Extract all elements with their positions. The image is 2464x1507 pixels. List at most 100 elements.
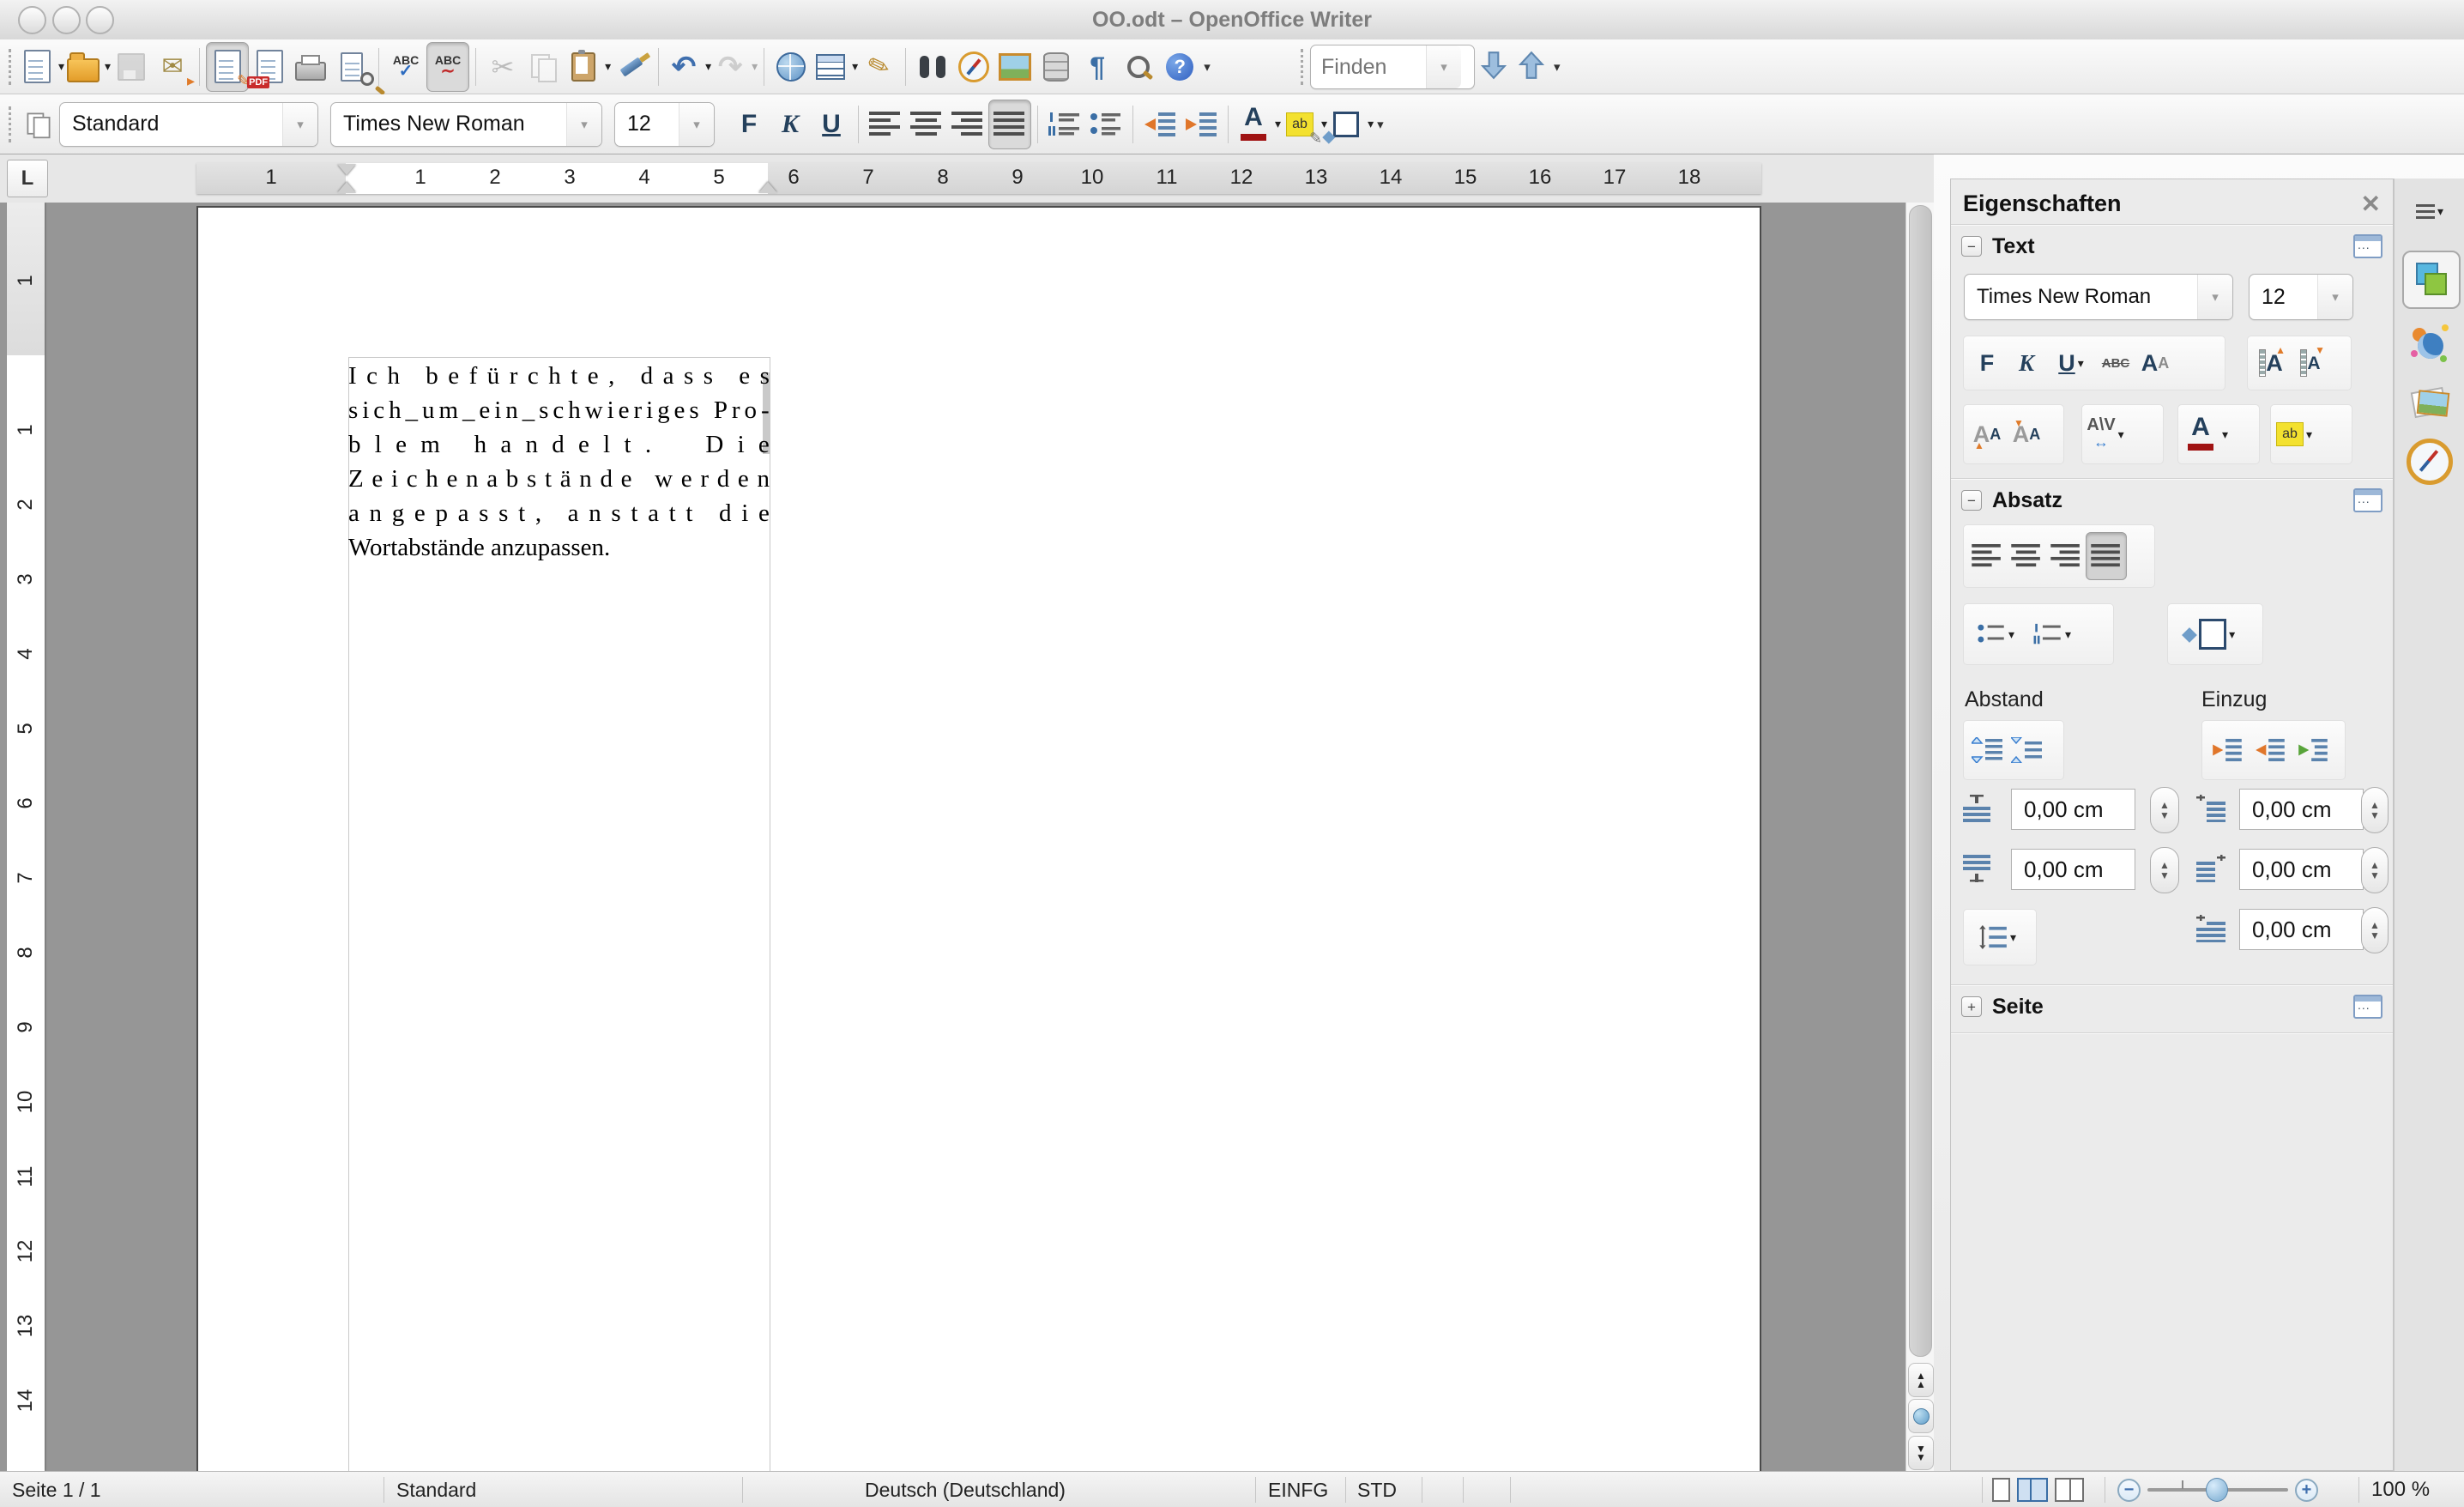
- after-indent-field[interactable]: 0,00 cm: [2239, 849, 2364, 890]
- dropdown-arrow-icon[interactable]: ▾: [2010, 930, 2016, 945]
- dropdown-arrow-icon[interactable]: ▾: [58, 59, 64, 74]
- paragraph-style-combobox[interactable]: Standard ▾: [59, 101, 318, 147]
- find-previous-button[interactable]: [1518, 50, 1545, 85]
- dropdown-arrow-icon[interactable]: ▾: [2317, 275, 2352, 319]
- toolbar-overflow-arrow[interactable]: ▾: [1554, 59, 1561, 75]
- font-color-button[interactable]: A ▾: [1235, 100, 1281, 148]
- dropdown-arrow-icon[interactable]: ▾: [2118, 427, 2124, 442]
- spin-down-icon[interactable]: ▼: [2159, 810, 2170, 820]
- collapse-icon[interactable]: −: [1961, 236, 1982, 257]
- background-color-button[interactable]: ⬥ ▾: [1322, 100, 1374, 148]
- bullet-list-button[interactable]: [1085, 100, 1126, 148]
- page-count-status[interactable]: Seite 1 / 1: [12, 1472, 101, 1507]
- document-text-line[interactable]: Zeichenabstände werden: [348, 465, 770, 499]
- spin-down-icon[interactable]: ▼: [2370, 810, 2380, 820]
- above-spacing-spinner[interactable]: ▲ ▼: [2150, 787, 2179, 833]
- zoom-slider-handle[interactable]: [2206, 1478, 2228, 1502]
- document-text-line[interactable]: Ich befürchte, dass es: [348, 362, 770, 396]
- dropdown-arrow-icon[interactable]: ▾: [2306, 427, 2312, 442]
- dropdown-arrow-icon[interactable]: ▾: [2065, 627, 2071, 642]
- sidebar-menu-button[interactable]: ▾: [2402, 194, 2457, 228]
- align-center-button[interactable]: [2007, 533, 2046, 579]
- document-page[interactable]: Ich befürchte, dass e s s i c h _ u m _ e i n _ s c h w i e…: [196, 206, 1761, 1471]
- page-style-status[interactable]: Standard: [396, 1472, 476, 1507]
- dropdown-arrow-icon[interactable]: ▾: [705, 59, 711, 74]
- tab-stop-selector[interactable]: L: [7, 160, 48, 197]
- page-dialog-launcher[interactable]: [2353, 995, 2382, 1019]
- dropdown-arrow-icon[interactable]: ▾: [2008, 627, 2014, 642]
- toolbar-grip[interactable]: [1301, 49, 1303, 85]
- navigation-target-button[interactable]: [1908, 1399, 1934, 1433]
- dropdown-arrow-icon[interactable]: ▾: [852, 59, 858, 74]
- selection-mode-status[interactable]: STD: [1357, 1472, 1397, 1507]
- title-bar[interactable]: OO.odt – OpenOffice Writer: [0, 0, 2464, 40]
- below-spacing-spinner[interactable]: ▲ ▼: [2150, 847, 2179, 893]
- single-page-view-button[interactable]: [1992, 1478, 2010, 1502]
- help-button[interactable]: ?: [1159, 43, 1200, 91]
- hyperlink-button[interactable]: [770, 43, 812, 91]
- edit-file-button[interactable]: ✎: [206, 41, 250, 92]
- character-dialog-button[interactable]: AA: [2135, 340, 2175, 386]
- document-text-line[interactable]: Wortabstände anzupassen.: [348, 534, 770, 568]
- document-text-line[interactable]: s i c h _ u m _ e i n _ s c h w i e r i g e s Pro-: [348, 396, 770, 431]
- decrease-spacing-button[interactable]: [2007, 727, 2046, 773]
- italic-button[interactable]: K: [2007, 340, 2046, 386]
- first-line-indent-marker[interactable]: [337, 164, 356, 175]
- toolbar-overflow-arrow[interactable]: ▾: [1204, 59, 1211, 75]
- spin-down-icon[interactable]: ▼: [2370, 930, 2380, 941]
- italic-button[interactable]: K: [770, 100, 811, 148]
- bold-button[interactable]: F: [728, 100, 770, 148]
- dropdown-arrow-icon[interactable]: ▾: [2229, 627, 2235, 642]
- above-spacing-field[interactable]: 0,00 cm: [2011, 789, 2135, 830]
- format-paintbrush-button[interactable]: [611, 43, 652, 91]
- underline-button[interactable]: U ▾: [2046, 340, 2096, 386]
- align-left-button[interactable]: [865, 100, 906, 148]
- font-size-combobox[interactable]: 12 ▾: [614, 101, 715, 147]
- print-button[interactable]: [290, 43, 331, 91]
- decrease-indent-button[interactable]: [2249, 727, 2292, 773]
- highlighting-button[interactable]: ab ▾: [2274, 411, 2314, 457]
- dropdown-arrow-icon[interactable]: ▾: [282, 102, 317, 146]
- next-page-button[interactable]: ▼ ▼: [1908, 1436, 1934, 1470]
- text-dialog-launcher[interactable]: [2353, 234, 2382, 258]
- expand-icon[interactable]: +: [1961, 996, 1982, 1017]
- find-input[interactable]: [1311, 54, 1426, 80]
- insert-table-button[interactable]: ▾: [812, 43, 858, 91]
- decrease-indent-button[interactable]: [1139, 100, 1181, 148]
- bullet-list-button[interactable]: ▾: [1967, 611, 2024, 657]
- page-section-header[interactable]: + Seite: [1951, 991, 2393, 1022]
- dropdown-arrow-icon[interactable]: ▾: [566, 102, 601, 146]
- collapse-icon[interactable]: −: [1961, 490, 1982, 511]
- zoom-percent-status[interactable]: 100 %: [2371, 1472, 2430, 1507]
- dropdown-arrow-icon[interactable]: ▾: [1275, 117, 1281, 131]
- find-replace-button[interactable]: [912, 43, 953, 91]
- data-sources-button[interactable]: [1036, 43, 1077, 91]
- paragraph-dialog-launcher[interactable]: [2353, 488, 2382, 512]
- zoom-in-button[interactable]: +: [2295, 1478, 2318, 1502]
- after-indent-spinner[interactable]: ▲ ▼: [2361, 847, 2389, 893]
- tab-styles[interactable]: [2402, 318, 2457, 369]
- language-status[interactable]: Deutsch (Deutschland): [865, 1472, 1066, 1507]
- zoom-out-button[interactable]: −: [2117, 1478, 2141, 1502]
- open-button[interactable]: ▾: [64, 43, 111, 91]
- before-indent-spinner[interactable]: ▲ ▼: [2361, 787, 2389, 833]
- font-name-combobox[interactable]: Times New Roman ▾: [330, 101, 602, 147]
- increase-spacing-button[interactable]: [1967, 727, 2007, 773]
- gallery-button[interactable]: [994, 43, 1036, 91]
- export-pdf-button[interactable]: PDF: [247, 43, 290, 91]
- formatting-marks-button[interactable]: ¶: [1077, 43, 1118, 91]
- increase-indent-button[interactable]: [1181, 100, 1222, 148]
- align-right-button[interactable]: [2046, 533, 2086, 579]
- spin-down-icon[interactable]: ▼: [2370, 870, 2380, 881]
- find-next-button[interactable]: [1480, 50, 1507, 85]
- dropdown-arrow-icon[interactable]: ▾: [2078, 356, 2084, 371]
- tab-gallery[interactable]: [2402, 376, 2457, 427]
- page-preview-button[interactable]: [331, 43, 375, 91]
- paste-button[interactable]: ▾: [565, 43, 611, 91]
- book-view-button[interactable]: [2055, 1478, 2084, 1502]
- tab-navigator[interactable]: [2402, 434, 2457, 489]
- switch-indent-button[interactable]: [2292, 727, 2334, 773]
- firstline-indent-field[interactable]: 0,00 cm: [2239, 909, 2364, 950]
- highlighting-button[interactable]: ab ✎ ▾: [1281, 100, 1327, 148]
- dropdown-arrow-icon[interactable]: ▾: [1368, 117, 1374, 131]
